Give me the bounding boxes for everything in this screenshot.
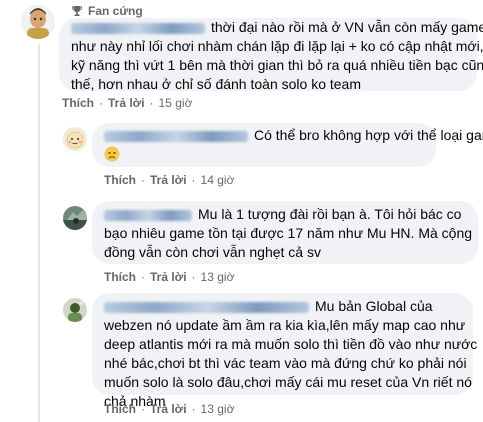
comment-text-line xyxy=(104,145,424,164)
reply-link[interactable]: Trả lời xyxy=(150,402,187,416)
timestamp[interactable]: 14 giờ xyxy=(201,173,235,187)
like-link[interactable]: Thích xyxy=(62,96,94,110)
comment-actions: Thích · Trả lời · 13 giờ xyxy=(104,270,235,284)
comment-text-line: bạo nhiêu game tồn tại được 17 năm như M… xyxy=(104,225,473,241)
author-name-redacted[interactable] xyxy=(104,301,309,313)
comment-text-line: nhé bác,chơi bt thì vác team vào mà đứng… xyxy=(104,355,467,371)
avatar-image xyxy=(63,127,87,151)
comment-bubble: Có thể bro không hợp với thể loại game xyxy=(92,123,483,167)
comment-text-line: thế, hơn nhau ở chỉ số đánh toàn solo ko… xyxy=(71,76,361,92)
author-name-redacted[interactable] xyxy=(71,22,205,34)
avatar-image xyxy=(21,5,55,39)
thread-line xyxy=(38,44,40,422)
comment-text-line: webzen nó update ầm ầm ra kia kìa,lên mấ… xyxy=(104,317,466,333)
author-name-redacted[interactable] xyxy=(104,130,248,142)
trophy-icon xyxy=(71,6,83,16)
sad-face-emoji-icon xyxy=(104,146,120,162)
comment-text: Mu là 1 tượng đài rồi bạn à. Tôi hỏi bác… xyxy=(104,205,466,224)
like-link[interactable]: Thích xyxy=(104,173,136,187)
comment-text-line: kỹ năng thì vứt 1 bên mà thời gian thì b… xyxy=(71,57,483,73)
comment-text-line: deep atlantis mới ra mà muốn solo thì ti… xyxy=(104,336,478,352)
comment-actions: Thích · Trả lời · 13 giờ xyxy=(104,402,235,416)
comment-bubble: Mu bản Global của webzen nó update ầm ầm… xyxy=(92,293,478,409)
comment-actions: Thích · Trả lời · 14 giờ xyxy=(104,173,235,187)
reply-link[interactable]: Trả lời xyxy=(108,96,145,110)
fan-badge: Fan cứng xyxy=(71,4,143,18)
comment-text: Mu bản Global của xyxy=(104,297,461,316)
reply-link[interactable]: Trả lời xyxy=(150,270,187,284)
timestamp[interactable]: 13 giờ xyxy=(201,402,235,416)
timestamp[interactable]: 15 giờ xyxy=(159,96,193,110)
comment-text: Có thể bro không hợp với thể loại game xyxy=(104,126,483,145)
avatar-image xyxy=(63,206,87,230)
comment-text: thời đại nào rồi mà ở VN vẫn còn mấy gam… xyxy=(71,18,483,37)
badge-label: Fan cứng xyxy=(88,4,143,18)
author-name-redacted[interactable] xyxy=(104,209,192,221)
like-link[interactable]: Thích xyxy=(104,270,136,284)
comment-bubble: Mu là 1 tượng đài rồi bạn à. Tôi hỏi bác… xyxy=(92,201,478,264)
comment-bubble: thời đại nào rồi mà ở VN vẫn còn mấy gam… xyxy=(59,18,483,92)
timestamp[interactable]: 13 giờ xyxy=(201,270,235,284)
comment-text-line: muốn solo là solo đâu,chơi mấy cái mu re… xyxy=(104,374,472,390)
avatar[interactable] xyxy=(63,206,87,230)
comment-actions: Thích · Trả lời · 15 giờ xyxy=(62,96,193,110)
avatar-image xyxy=(63,298,87,322)
avatar[interactable] xyxy=(21,5,55,39)
comment-text-line: như này nhỉ lối chơi nhàm chán lặp đi lặ… xyxy=(71,38,483,54)
comment-text-line: đồng vẫn còn chơi vẫn nghẹt cả sv xyxy=(104,244,321,260)
like-link[interactable]: Thích xyxy=(104,402,136,416)
reply-link[interactable]: Trả lời xyxy=(150,173,187,187)
avatar[interactable] xyxy=(63,298,87,322)
avatar[interactable] xyxy=(63,127,87,151)
